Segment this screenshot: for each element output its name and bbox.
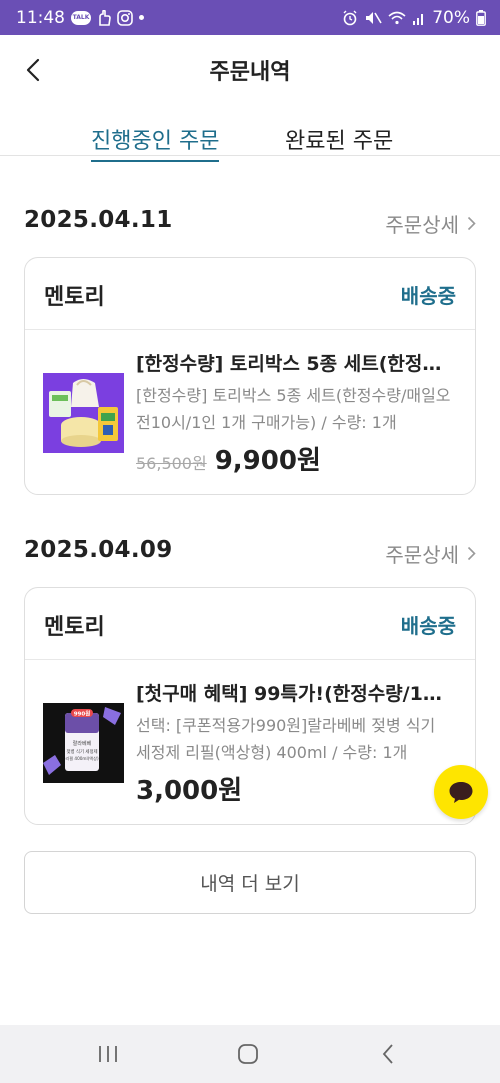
order-card[interactable]: 멘토리 배송중 [한정수량] 토리박스 5종 세트(한정수량 [한정수량] 토리… bbox=[24, 257, 476, 495]
price-row: 3,000원 bbox=[136, 770, 242, 807]
thumb-badge-text: 990원 bbox=[74, 710, 91, 718]
seller-name: 멘토리 bbox=[44, 615, 105, 640]
system-nav-bar bbox=[0, 1025, 500, 1083]
wifi-icon bbox=[388, 11, 406, 25]
order-tabs: 진행중인 주문 완료된 주문 bbox=[0, 115, 500, 162]
mute-icon bbox=[364, 10, 382, 26]
product-option: 선택: [쿠폰적용가990원]랄라베베 젖병 식기 세정제 리필(액상형) 40… bbox=[136, 716, 436, 762]
tab-in-progress[interactable]: 진행중인 주문 bbox=[91, 123, 220, 162]
original-price: 56,500원 bbox=[136, 454, 207, 473]
home-icon bbox=[238, 1044, 258, 1064]
final-price: 3,000원 bbox=[136, 776, 243, 806]
chat-button[interactable] bbox=[434, 765, 488, 819]
seller-name: 멘토리 bbox=[44, 285, 105, 310]
order-group: 2025.04.11 주문상세 멘토리 배송중 [한정수량] 토리박스 5종 세… bbox=[24, 207, 476, 499]
product-name: [첫구매 혜택] 99특가!(한정수량/1인 1개) bbox=[136, 683, 458, 705]
system-back-button[interactable] bbox=[373, 1039, 403, 1069]
load-more-button[interactable]: 내역 더 보기 bbox=[24, 851, 476, 914]
signal-icon bbox=[412, 11, 426, 25]
chevron-left-icon bbox=[26, 58, 40, 82]
page-title: 주문내역 bbox=[209, 60, 291, 85]
order-group: 2025.04.09 주문상세 멘토리 배송중 990원 랄라베베 젖병 식기 … bbox=[24, 537, 476, 829]
order-detail-link[interactable]: 주문상세 bbox=[385, 209, 476, 238]
chat-bubble-icon bbox=[449, 782, 473, 803]
product-option: [한정수량] 토리박스 5종 세트(한정수량/매일오전10시/1인 1개 구매가… bbox=[136, 386, 451, 432]
status-bar: 11:48 TALK 70% bbox=[0, 0, 500, 35]
chevron-right-icon bbox=[467, 546, 476, 561]
kakaotalk-notification-icon: TALK bbox=[71, 10, 91, 25]
thumb-line3: 리필 400ml(액상) bbox=[65, 755, 99, 762]
order-date: 2025.04.09 bbox=[24, 537, 173, 563]
recent-apps-icon bbox=[99, 1046, 117, 1062]
order-date: 2025.04.11 bbox=[24, 207, 173, 233]
battery-icon bbox=[476, 9, 486, 26]
instagram-icon bbox=[117, 9, 133, 26]
battery-percent: 70% bbox=[432, 7, 470, 28]
more-notifications-dot-icon bbox=[139, 15, 144, 20]
status-badge: 배송중 bbox=[400, 284, 456, 308]
nav-back-icon bbox=[382, 1044, 393, 1064]
home-button[interactable] bbox=[233, 1039, 263, 1069]
back-button[interactable] bbox=[18, 55, 48, 85]
order-detail-label: 주문상세 bbox=[385, 543, 459, 567]
price-row: 56,500원 9,900원 bbox=[136, 440, 321, 477]
order-detail-link[interactable]: 주문상세 bbox=[385, 539, 476, 568]
thumb-line1: 랄라베베 bbox=[73, 740, 92, 747]
status-time: 11:48 bbox=[16, 7, 65, 28]
order-item[interactable]: [한정수량] 토리박스 5종 세트(한정수량/매일오전10시/1인 1개 구매가… bbox=[25, 330, 475, 494]
tab-completed[interactable]: 완료된 주문 bbox=[285, 123, 393, 155]
order-detail-label: 주문상세 bbox=[385, 213, 459, 237]
app-header: 주문내역 bbox=[0, 35, 500, 105]
app-notification-icon bbox=[97, 9, 111, 26]
alarm-icon bbox=[342, 10, 358, 26]
chevron-right-icon bbox=[467, 216, 476, 231]
order-card[interactable]: 멘토리 배송중 990원 랄라베베 젖병 식기 세정제 리필 400ml(액상) bbox=[24, 587, 476, 825]
final-price: 9,900원 bbox=[214, 446, 321, 476]
product-name: [한정수량] 토리박스 5종 세트(한정수량/매일오전10시/1인 1개 구매가… bbox=[136, 353, 458, 375]
status-badge: 배송중 bbox=[400, 614, 456, 638]
recent-apps-button[interactable] bbox=[93, 1039, 123, 1069]
product-thumbnail bbox=[43, 373, 124, 453]
order-item[interactable]: 990원 랄라베베 젖병 식기 세정제 리필 400ml(액상) [첫구매 혜택… bbox=[25, 660, 475, 824]
product-thumbnail: 990원 랄라베베 젖병 식기 세정제 리필 400ml(액상) bbox=[43, 703, 124, 783]
thumb-line2: 젖병 식기 세정제 bbox=[66, 748, 97, 755]
